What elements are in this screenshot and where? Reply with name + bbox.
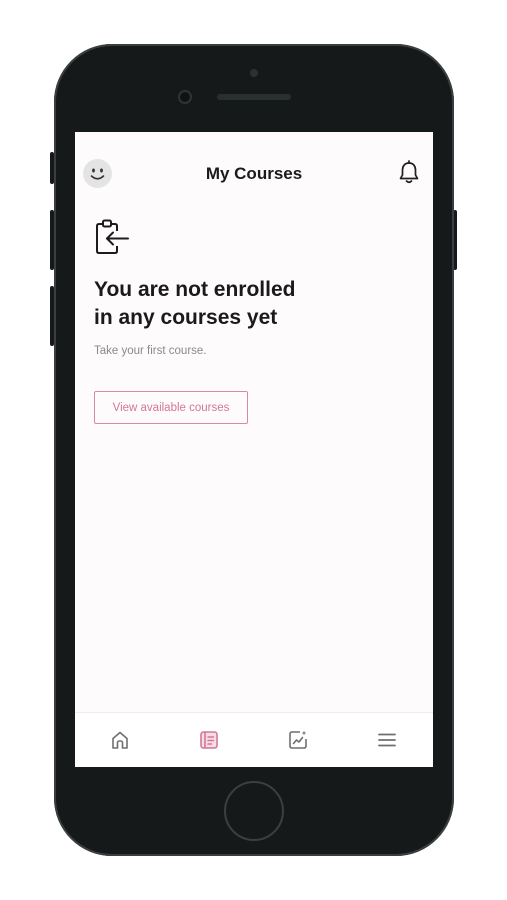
home-button[interactable] [224, 781, 284, 841]
courses-icon [200, 731, 218, 749]
front-camera [178, 90, 192, 104]
view-available-courses-button[interactable]: View available courses [94, 391, 248, 424]
empty-state-icon-wrap [93, 218, 131, 256]
proximity-sensor [250, 69, 258, 77]
clipboard-enter-icon [96, 219, 129, 254]
empty-state-subtext: Take your first course. [94, 345, 207, 357]
home-icon [112, 731, 128, 749]
progress-chart-icon [289, 730, 307, 749]
page-title: My Courses [205, 164, 303, 183]
notifications-button[interactable] [397, 160, 421, 186]
heading-line-2: in any courses yet [94, 306, 278, 329]
menu-icon [378, 733, 396, 747]
bell-icon [399, 160, 419, 184]
nav-home[interactable] [109, 729, 131, 751]
app-header: My Courses [75, 132, 433, 216]
bottom-nav [75, 712, 433, 767]
empty-state-heading: You are not enrolled in any courses yet [94, 276, 394, 332]
nav-my-courses[interactable] [198, 729, 220, 751]
nav-progress[interactable] [287, 729, 309, 751]
heading-line-1: You are not enrolled [94, 278, 296, 301]
earpiece-speaker [217, 94, 291, 100]
app-screen: My Courses You are not enrolled in any c… [75, 132, 433, 767]
nav-menu[interactable] [376, 729, 398, 751]
